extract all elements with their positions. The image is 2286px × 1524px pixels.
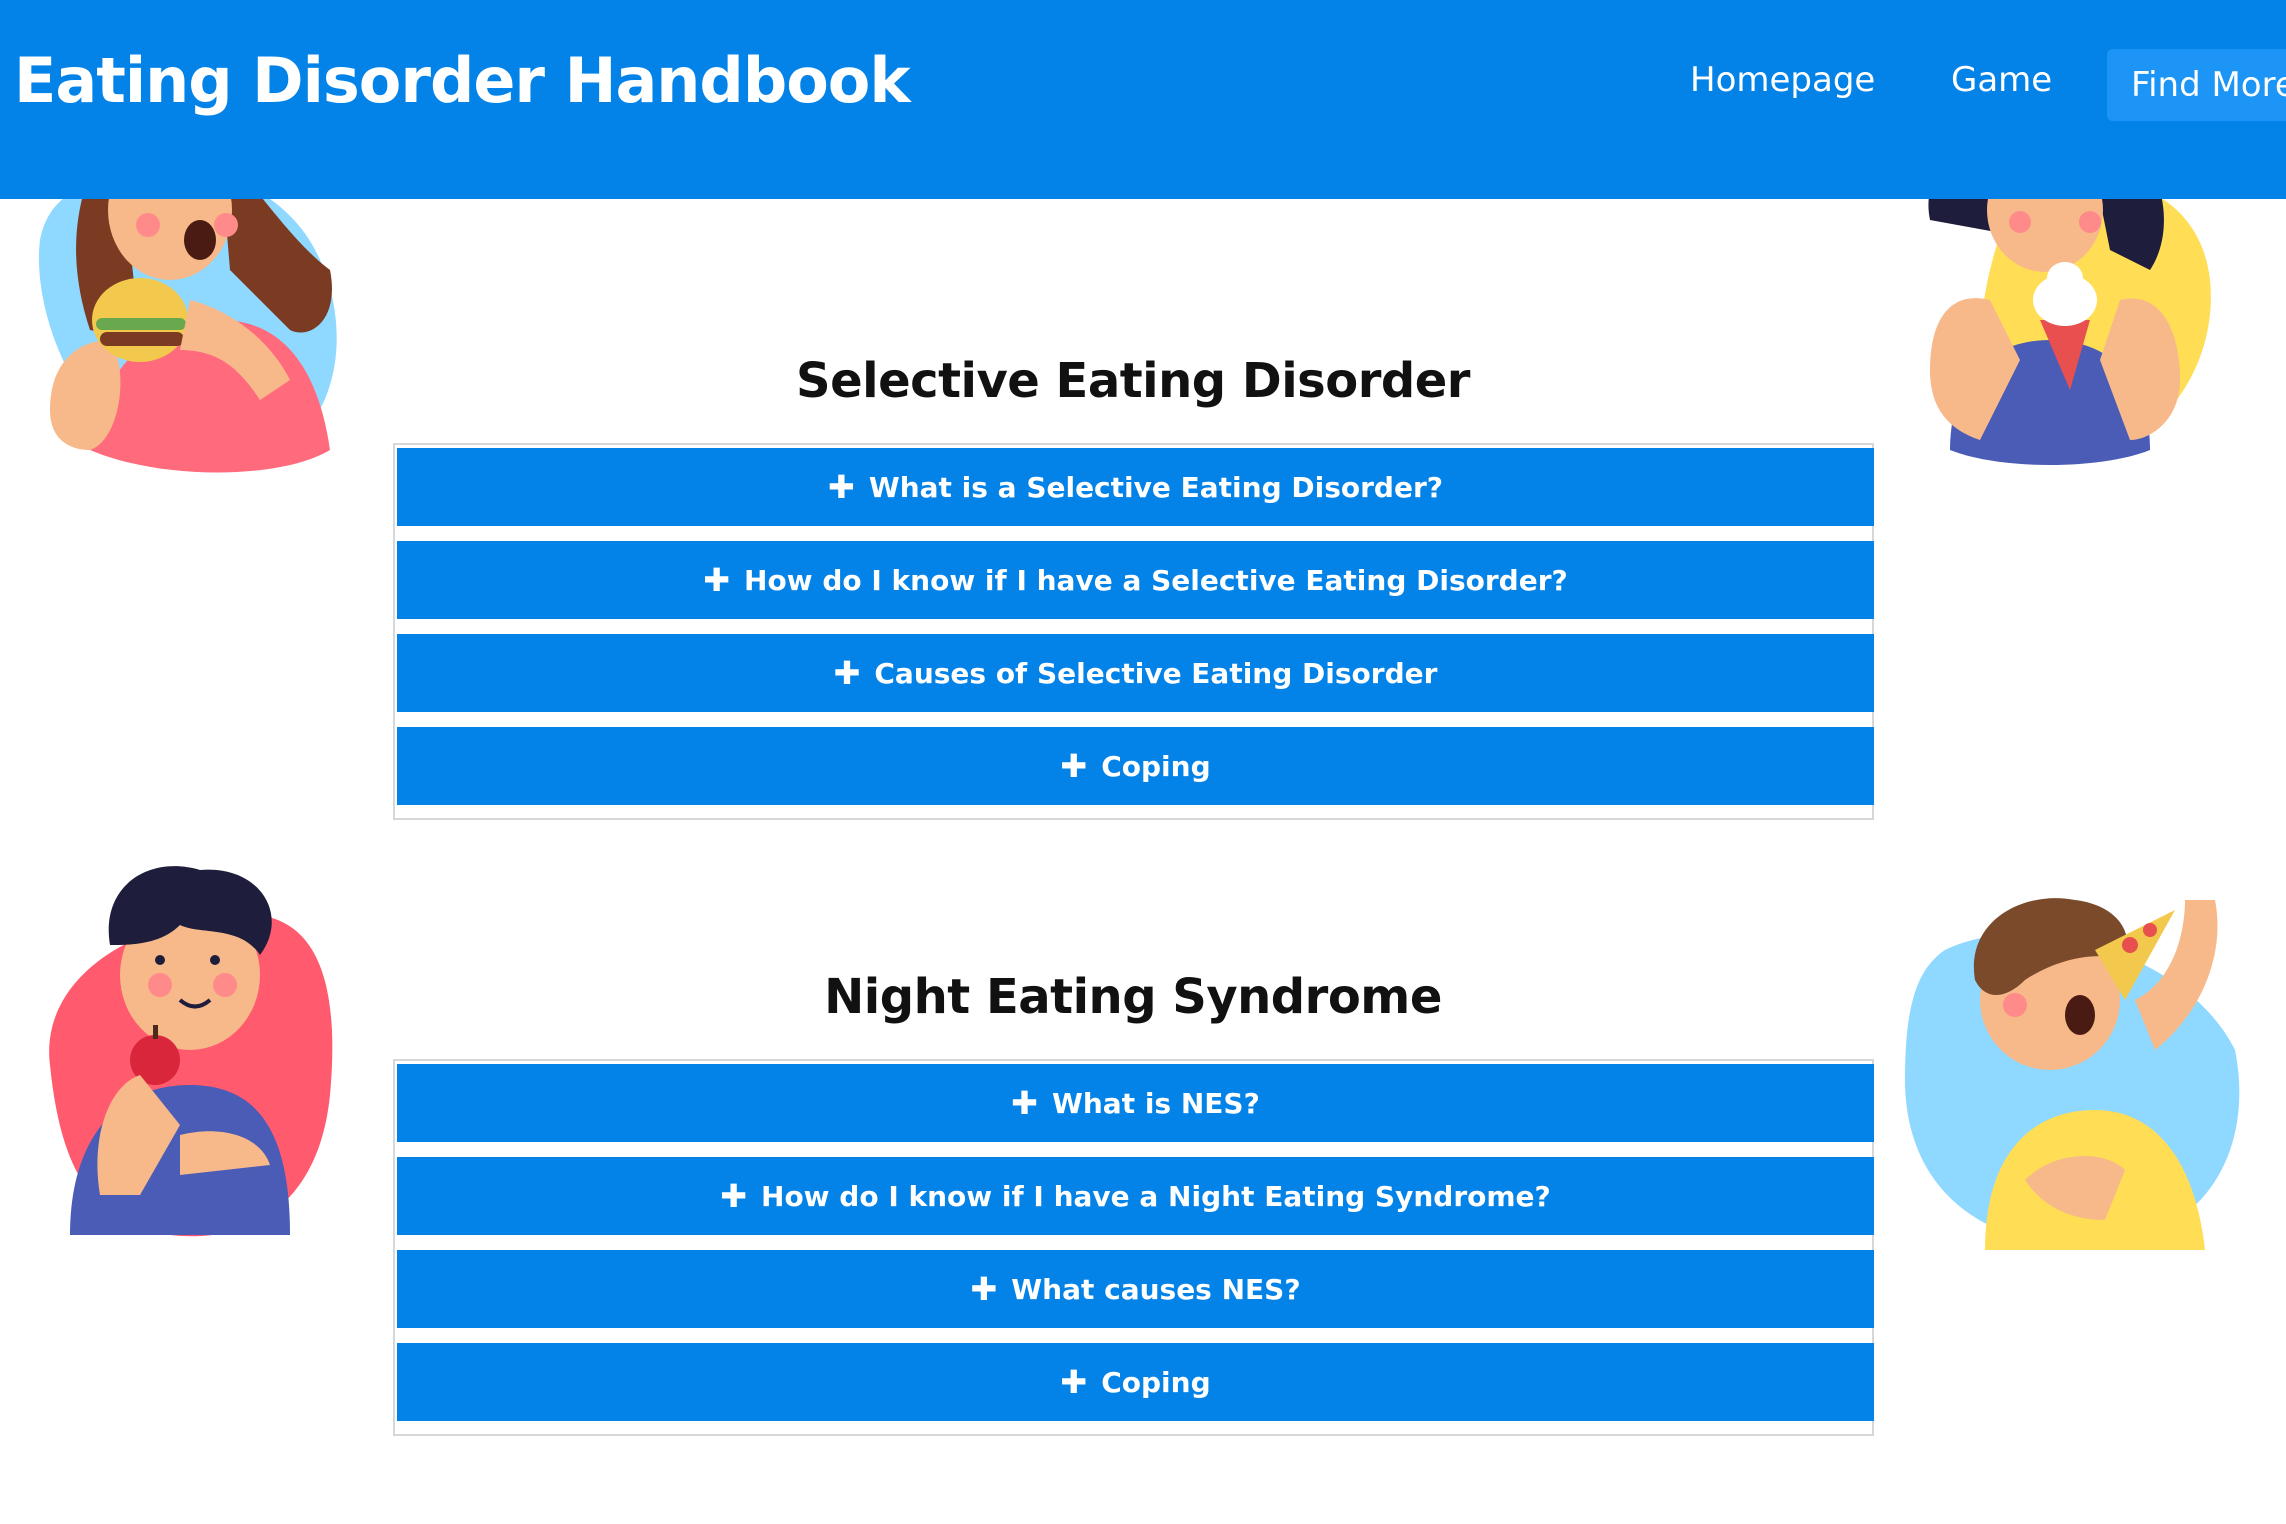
plus-icon: ✚ bbox=[703, 561, 731, 599]
accordion-item-how-do-i-know-sed[interactable]: ✚ How do I know if I have a Selective Ea… bbox=[397, 541, 1874, 619]
accordion-item-label: Coping bbox=[1101, 749, 1211, 783]
boy-eating-pizza-illustration bbox=[1905, 898, 2240, 1250]
plus-icon: ✚ bbox=[833, 654, 861, 692]
top-navbar: Eating Disorder Handbook Homepage Game F… bbox=[0, 0, 2286, 199]
accordion-item-causes-nes[interactable]: ✚ What causes NES? bbox=[397, 1250, 1874, 1328]
plus-icon: ✚ bbox=[1011, 1084, 1038, 1122]
site-title[interactable]: Eating Disorder Handbook bbox=[14, 44, 911, 117]
nav-link-game[interactable]: Game bbox=[1951, 60, 2052, 100]
girl-eating-burger-illustration bbox=[38, 150, 337, 473]
accordion-item-label: Causes of Selective Eating Disorder bbox=[874, 656, 1438, 690]
page: Eating Disorder Handbook Homepage Game F… bbox=[0, 0, 2286, 1524]
accordion-item-label: What is a Selective Eating Disorder? bbox=[868, 470, 1443, 504]
accordion-item-what-is-nes[interactable]: ✚ What is NES? bbox=[397, 1064, 1874, 1142]
accordion-item-label: Coping bbox=[1101, 1365, 1211, 1399]
boy-eating-apple-illustration bbox=[49, 866, 333, 1237]
plus-icon: ✚ bbox=[720, 1177, 748, 1215]
accordion-item-label: How do I know if I have a Night Eating S… bbox=[761, 1179, 1551, 1213]
accordion-item-label: How do I know if I have a Selective Eati… bbox=[744, 563, 1568, 597]
section-title-selective-eating: Selective Eating Disorder bbox=[796, 353, 1470, 409]
accordion-item-causes-sed[interactable]: ✚ Causes of Selective Eating Disorder bbox=[397, 634, 1874, 712]
nav-link-find-more[interactable]: Find More bbox=[2107, 49, 2286, 121]
plus-icon: ✚ bbox=[828, 468, 855, 506]
plus-icon: ✚ bbox=[1060, 1363, 1088, 1401]
accordion-item-label: What is NES? bbox=[1051, 1086, 1260, 1120]
accordion-selective-eating: ✚ What is a Selective Eating Disorder? ✚… bbox=[393, 443, 1874, 820]
section-title-night-eating: Night Eating Syndrome bbox=[824, 969, 1442, 1025]
plus-icon: ✚ bbox=[1060, 747, 1088, 785]
nav-link-homepage[interactable]: Homepage bbox=[1690, 60, 1875, 100]
accordion-item-coping-nes[interactable]: ✚ Coping bbox=[397, 1343, 1874, 1421]
accordion-item-coping-sed[interactable]: ✚ Coping bbox=[397, 727, 1874, 805]
accordion-item-how-do-i-know-nes[interactable]: ✚ How do I know if I have a Night Eating… bbox=[397, 1157, 1874, 1235]
accordion-night-eating: ✚ What is NES? ✚ How do I know if I have… bbox=[393, 1059, 1874, 1436]
plus-icon: ✚ bbox=[970, 1270, 998, 1308]
accordion-item-label: What causes NES? bbox=[1011, 1272, 1301, 1306]
accordion-item-what-is-sed[interactable]: ✚ What is a Selective Eating Disorder? bbox=[397, 448, 1874, 526]
